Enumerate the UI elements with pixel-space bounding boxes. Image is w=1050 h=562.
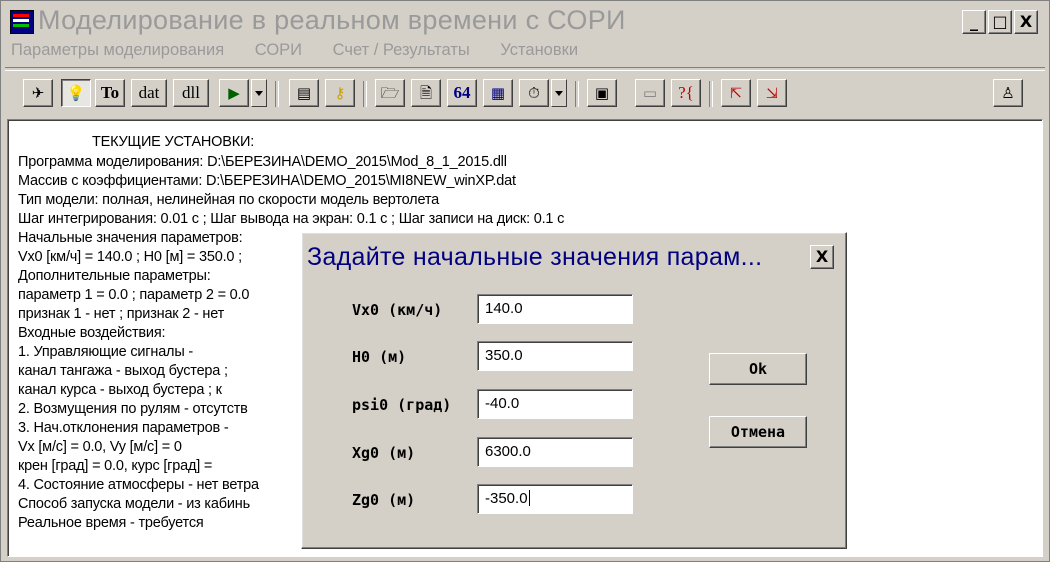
dat-icon[interactable]: dat xyxy=(131,79,167,107)
h0-label: H0 (м) xyxy=(352,348,407,366)
monitor-icon[interactable]: ▦ xyxy=(483,79,513,107)
app-icon xyxy=(10,10,34,34)
stopwatch-dropdown-arrow[interactable] xyxy=(551,79,567,107)
play-icon[interactable]: ▶ xyxy=(219,79,249,107)
floppy-icon[interactable]: ▭ xyxy=(635,79,665,107)
folder-icon[interactable]: 🗁 xyxy=(375,79,405,107)
xg0-input[interactable]: 6300.0 xyxy=(477,437,633,467)
title-bar: Моделирование в реальном времени с СОРИ … xyxy=(4,4,1044,38)
stopwatch-icon[interactable]: ⏱ xyxy=(519,79,549,107)
settings-line: 3. Нач.отклонения параметров - xyxy=(18,420,229,436)
menu-bar: Параметры моделирования СОРИ Счет / Резу… xyxy=(11,41,604,65)
settings-line: канал тангажа - выход бустера ; xyxy=(18,363,228,379)
lightbulb-icon[interactable]: 💡 xyxy=(61,79,91,107)
h0-input[interactable]: 350.0 xyxy=(477,341,633,371)
psi0-label: psi0 (град) xyxy=(352,396,452,414)
settings-heading: ТЕКУЩИЕ УСТАНОВКИ: xyxy=(92,134,255,150)
toolbar-separator xyxy=(575,81,579,107)
menu-calc-results[interactable]: Счет / Результаты xyxy=(333,41,470,60)
toolbar-separator xyxy=(275,81,279,107)
settings-line: признак 1 - нет ; признак 2 - нет xyxy=(18,306,225,322)
to-icon[interactable]: To xyxy=(95,79,125,107)
settings-line: 4. Состояние атмосферы - нет ветра xyxy=(18,477,259,493)
text-caret xyxy=(528,490,530,506)
window-title: Моделирование в реальном времени с СОРИ xyxy=(38,5,626,35)
dll-icon[interactable]: dll xyxy=(173,79,209,107)
settings-line: Vx0 [км/ч] = 140.0 ; H0 [м] = 350.0 ; xyxy=(18,249,242,265)
settings-line: крен [град] = 0.0, курс [град] = xyxy=(18,458,213,474)
minimize-button[interactable]: _ xyxy=(962,10,986,34)
play-dropdown-arrow[interactable] xyxy=(251,79,267,107)
psi0-input[interactable]: -40.0 xyxy=(477,389,633,419)
close-button[interactable]: X xyxy=(1014,10,1038,34)
vx0-input[interactable]: 140.0 xyxy=(477,294,633,324)
toolbar: ✈ 💡 To dat dll ▶ ▤ ⚷ 🗁 🗎 64 ▦ ⏱ ▣ ▭ ?{ ⇱… xyxy=(5,73,1045,113)
settings-line: 2. Возмущения по рулям - отсутств xyxy=(18,401,248,417)
maximize-button[interactable]: □ xyxy=(988,10,1012,34)
export-icon[interactable]: ⇱ xyxy=(721,79,751,107)
xg0-label: Xg0 (м) xyxy=(352,444,416,462)
settings-line: Способ запуска модели - из кабинь xyxy=(18,496,250,512)
toolbar-separator xyxy=(363,81,367,107)
settings-line: канал курса - выход бустера ; к xyxy=(18,382,222,398)
document-icon[interactable]: 🗎 xyxy=(411,79,441,107)
settings-line: параметр 1 = 0.0 ; параметр 2 = 0.0 xyxy=(18,287,250,303)
menu-separator xyxy=(5,67,1045,71)
dialog-title: Задайте начальные значения парам... xyxy=(307,243,763,271)
ok-button[interactable]: Ok xyxy=(709,353,807,385)
menu-sori[interactable]: СОРИ xyxy=(255,41,302,60)
dialog-close-button[interactable]: X xyxy=(810,245,834,269)
calculator-icon[interactable]: ▣ xyxy=(587,79,617,107)
plane-icon[interactable]: ✈ xyxy=(23,79,53,107)
settings-line: Vx [м/с] = 0.0, Vy [м/с] = 0 xyxy=(18,439,182,455)
settings-line: Реальное время - требуется xyxy=(18,515,204,531)
zg0-input[interactable]: -350.0 xyxy=(477,484,633,514)
settings-line: Дополнительные параметры: xyxy=(18,268,211,284)
main-window: Моделирование в реальном времени с СОРИ … xyxy=(0,0,1050,562)
settings-line: Массив с коэффициентами: D:\БЕРЕЗИНА\DEM… xyxy=(18,173,516,189)
menu-settings[interactable]: Установки xyxy=(500,41,578,60)
settings-line: Тип модели: полная, нелинейная по скорос… xyxy=(18,192,439,208)
notes-icon[interactable]: ▤ xyxy=(289,79,319,107)
cancel-button[interactable]: Отмена xyxy=(709,416,807,448)
key-icon[interactable]: ⚷ xyxy=(325,79,355,107)
zg0-value: -350.0 xyxy=(485,490,528,507)
toolbar-separator xyxy=(709,81,713,107)
b4-icon[interactable]: 64 xyxy=(447,79,477,107)
exit-icon[interactable]: ⇲ xyxy=(757,79,787,107)
initial-values-dialog: Задайте начальные значения парам... X Vx… xyxy=(301,232,847,549)
settings-line: Программа моделирования: D:\БЕРЕЗИНА\DEM… xyxy=(18,154,507,170)
menu-modeling-params[interactable]: Параметры моделирования xyxy=(11,41,224,60)
help-icon[interactable]: ?{ xyxy=(671,79,701,107)
settings-line: 1. Управляющие сигналы - xyxy=(18,344,193,360)
settings-line: Шаг интегрирования: 0.01 с ; Шаг вывода … xyxy=(18,211,565,227)
person-icon[interactable]: ♙ xyxy=(993,79,1023,107)
zg0-label: Zg0 (м) xyxy=(352,491,416,509)
settings-line: Начальные значения параметров: xyxy=(18,230,243,246)
vx0-label: Vx0 (км/ч) xyxy=(352,301,443,319)
settings-line: Входные воздействия: xyxy=(18,325,166,341)
